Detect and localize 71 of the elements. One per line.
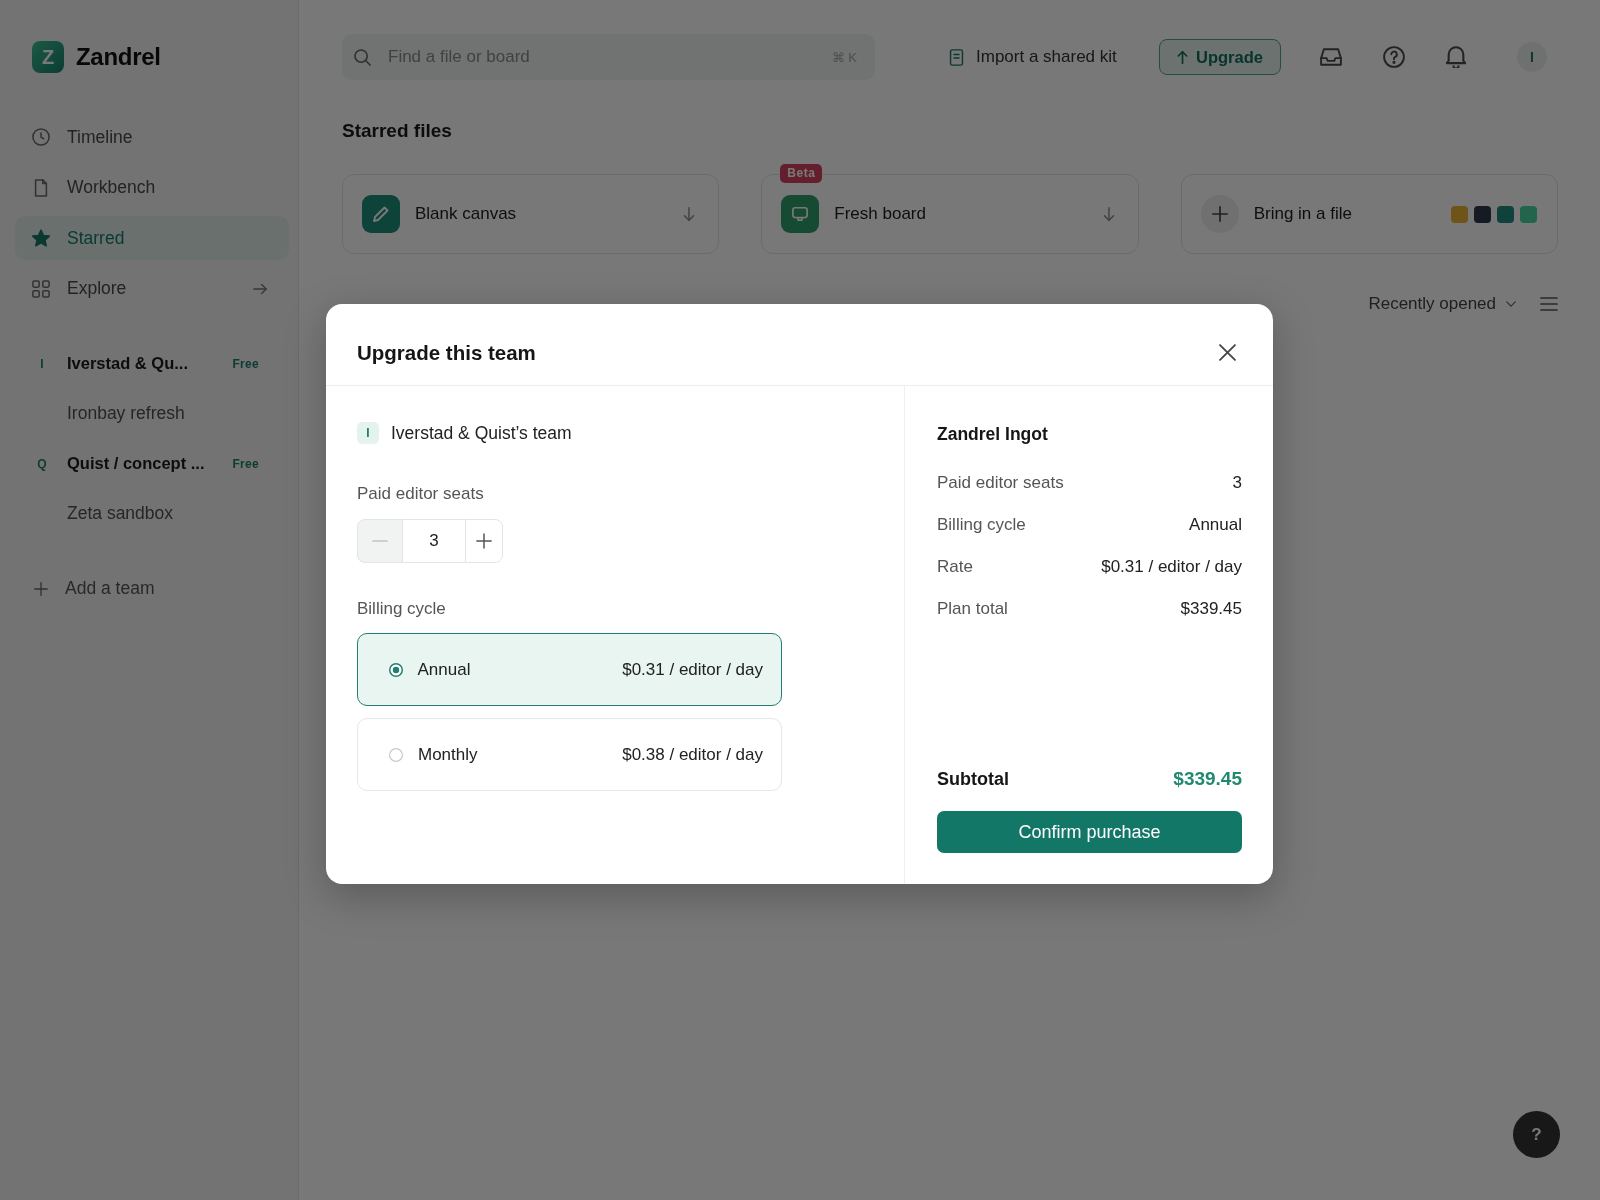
team-name: Iverstad & Quist’s team	[391, 422, 572, 444]
plan-label: Free	[232, 356, 259, 371]
billing-option[interactable]: Annual $0.31 / editor / day	[357, 633, 782, 706]
project-item[interactable]: Ironbay refresh	[15, 391, 289, 436]
document-icon	[32, 178, 50, 197]
help-icon[interactable]	[1383, 46, 1405, 68]
arrow-down-icon	[1102, 207, 1115, 221]
team-initial: I	[39, 355, 45, 373]
summary-value: Annual	[1189, 515, 1242, 535]
monitor-icon	[781, 195, 820, 233]
brand-name: Zandrel	[76, 43, 161, 71]
team-initial: I	[357, 422, 379, 444]
sidebar-item[interactable]: Starred	[15, 216, 289, 260]
summary-title: Zandrel Ingot	[937, 424, 1049, 444]
increment-button[interactable]	[465, 519, 503, 563]
sidebar-item[interactable]: Timeline	[15, 115, 289, 159]
bell-icon[interactable]	[1445, 46, 1467, 68]
summary-label: Rate	[937, 557, 973, 577]
starred-card[interactable]: Bring in a file	[1180, 174, 1558, 254]
sidebar-item[interactable]: Workbench	[15, 165, 289, 210]
seat-count-field[interactable]: 3	[403, 519, 465, 563]
team-item[interactable]: Q Quist / concept ... Free	[15, 441, 289, 486]
import-link[interactable]: Import a shared kit	[949, 47, 1117, 67]
avatar[interactable]: I	[1517, 42, 1547, 72]
arrow-right-icon	[253, 282, 267, 295]
team-item[interactable]: I Iverstad & Qu... Free	[15, 341, 289, 386]
close-icon[interactable]	[1219, 344, 1236, 361]
billing-price: $0.38 / editor / day	[622, 744, 763, 765]
search-icon	[354, 48, 371, 66]
clock-icon	[32, 128, 50, 146]
inbox-icon[interactable]	[1320, 46, 1342, 68]
confirm-button[interactable]: Confirm purchase	[937, 811, 1242, 853]
help-button[interactable]: ?	[1513, 1111, 1560, 1158]
summary-label: Paid editor seats	[937, 473, 1064, 493]
add-team-button[interactable]: Add a team	[15, 566, 155, 611]
section-heading: Starred files	[342, 119, 453, 143]
grid-icon	[32, 279, 50, 298]
sort-dropdown[interactable]: Recently opened	[1368, 294, 1516, 314]
chevron-down-icon	[1506, 301, 1516, 307]
summary-value: $339.45	[1180, 599, 1242, 619]
plus-icon	[34, 581, 48, 596]
project-item[interactable]: Zeta sandbox	[15, 491, 289, 536]
billing-price: $0.31 / editor / day	[622, 659, 763, 680]
sidebar-item[interactable]: Explore	[15, 266, 289, 311]
summary-label: Billing cycle	[937, 515, 1026, 535]
upgrade-button[interactable]: Upgrade	[1159, 39, 1281, 75]
brand-logo: Z	[32, 41, 64, 73]
plus-icon	[476, 533, 492, 549]
plus-icon	[1200, 195, 1239, 233]
beta-badge: Beta	[780, 164, 823, 183]
arrow-down-icon	[683, 207, 696, 221]
team-initial: Q	[36, 455, 48, 473]
arrow-up-icon	[1177, 50, 1189, 64]
minus-icon	[372, 540, 388, 542]
billing-option-label: Annual	[417, 659, 471, 680]
pencil-icon	[362, 195, 400, 233]
document-icon	[949, 48, 964, 66]
billing-option-label: Monthly	[418, 744, 478, 765]
field-label: Billing cycle	[357, 599, 447, 619]
billing-option[interactable]: Monthly $0.38 / editor / day	[357, 718, 782, 791]
plan-label: Free	[232, 456, 259, 471]
starred-card[interactable]: Blank canvas	[342, 174, 720, 254]
subtotal-label: Subtotal	[937, 768, 1009, 790]
field-label: Paid editor seats	[357, 484, 485, 504]
subtotal-value: $339.45	[1173, 768, 1242, 790]
dialog-title: Upgrade this team	[357, 340, 536, 365]
list-icon[interactable]	[1540, 297, 1558, 311]
summary-value: $0.31 / editor / day	[1101, 557, 1242, 577]
summary-label: Plan total	[937, 599, 1008, 619]
star-icon	[32, 229, 50, 247]
summary-value: 3	[1232, 473, 1242, 493]
